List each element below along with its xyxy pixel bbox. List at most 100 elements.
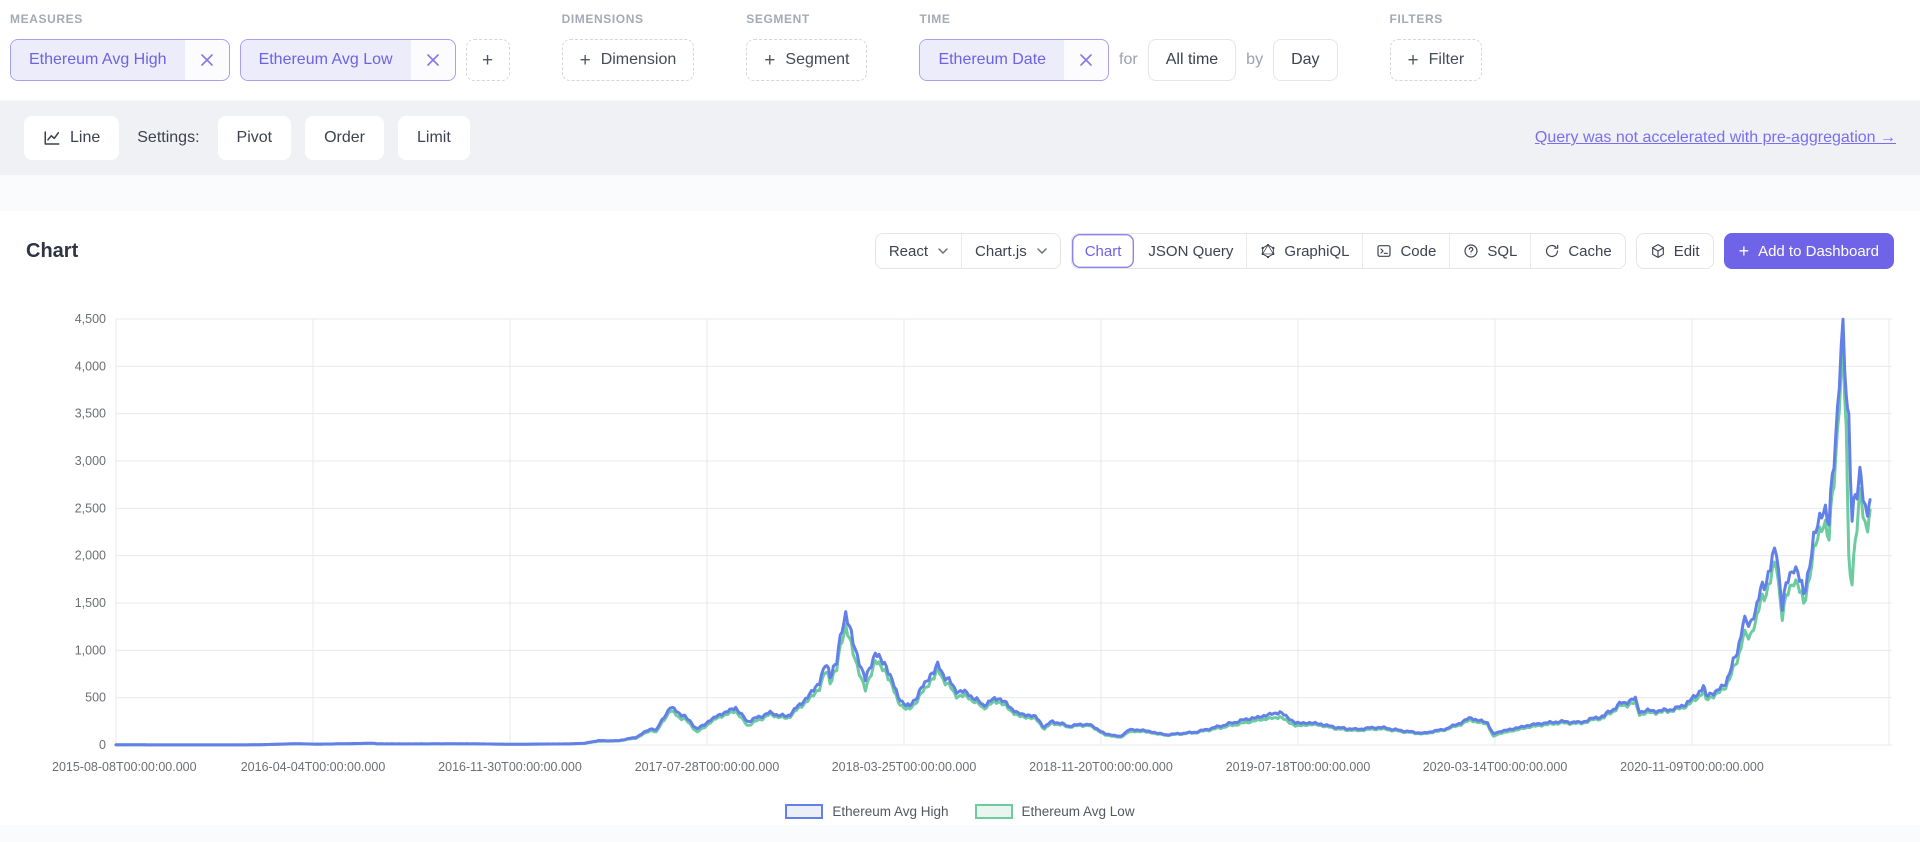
chevron-down-icon: [938, 248, 948, 254]
help-circle-icon: [1463, 243, 1479, 259]
chart-card-title: Chart: [26, 240, 78, 263]
add-filter-label: Filter: [1429, 51, 1465, 69]
add-to-dashboard-label: Add to Dashboard: [1758, 243, 1879, 260]
granularity-button[interactable]: Day: [1273, 39, 1337, 81]
legend-item-low[interactable]: Ethereum Avg Low: [975, 804, 1135, 819]
time-dimension-pill[interactable]: Ethereum Date: [919, 39, 1109, 81]
legend-item-high[interactable]: Ethereum Avg High: [785, 804, 948, 819]
plus-icon: +: [1408, 51, 1419, 70]
legend-swatch: [785, 804, 823, 819]
svg-text:4,500: 4,500: [75, 312, 106, 326]
chart-type-button[interactable]: Line: [24, 116, 119, 160]
chart-card: Chart React Chart.js Chart JSON: [0, 211, 1920, 825]
svg-text:2016-04-04T00:00:00.000: 2016-04-04T00:00:00.000: [241, 760, 386, 774]
time-label: TIME: [919, 12, 1337, 26]
add-measure-button[interactable]: +: [466, 39, 510, 81]
filters-group: FILTERS + Filter: [1390, 12, 1483, 81]
tab-sql[interactable]: SQL: [1449, 234, 1530, 268]
add-to-dashboard-button[interactable]: + Add to Dashboard: [1724, 233, 1894, 269]
preaggregation-link[interactable]: Query was not accelerated with pre-aggre…: [1535, 129, 1896, 147]
settings-label: Settings:: [137, 129, 199, 147]
tab-code[interactable]: Code: [1362, 234, 1449, 268]
tab-cache-label: Cache: [1568, 243, 1611, 260]
remove-measure-icon[interactable]: [411, 40, 455, 80]
cube-icon: [1650, 243, 1666, 259]
svg-text:2,500: 2,500: [75, 501, 106, 515]
query-builder: MEASURES Ethereum Avg High Ethereum Avg …: [0, 0, 1920, 99]
edit-button-label: Edit: [1674, 243, 1700, 260]
measure-pill[interactable]: Ethereum Avg Low: [240, 39, 456, 81]
pivot-button[interactable]: Pivot: [218, 116, 292, 160]
add-segment-label: Segment: [785, 51, 849, 69]
line-chart-icon: [43, 129, 61, 147]
tab-chart[interactable]: Chart: [1072, 234, 1135, 268]
measures-label: MEASURES: [10, 12, 510, 26]
svg-text:2020-11-09T00:00:00.000: 2020-11-09T00:00:00.000: [1620, 760, 1764, 774]
svg-text:1,500: 1,500: [75, 596, 106, 610]
svg-text:500: 500: [85, 691, 106, 705]
line-chart[interactable]: 0 500 1,000 1,500 2,000 2,500 3,000 3,500 4,000 4…: [26, 277, 1894, 797]
edit-button[interactable]: Edit: [1636, 233, 1714, 269]
date-range-button[interactable]: All time: [1148, 39, 1236, 81]
chart-toolbar: Line Settings: Pivot Order Limit Query w…: [0, 101, 1920, 175]
time-group: TIME Ethereum Date for All time by Day: [919, 12, 1337, 81]
time-pill-label: Ethereum Date: [920, 40, 1064, 80]
legend-label: Ethereum Avg High: [832, 804, 948, 819]
view-tabs-group: Chart JSON Query GraphiQL Code: [1071, 233, 1626, 269]
graphql-icon: [1260, 243, 1276, 259]
plus-icon: +: [764, 51, 775, 70]
svg-text:2019-07-18T00:00:00.000: 2019-07-18T00:00:00.000: [1226, 760, 1371, 774]
plus-icon: +: [580, 51, 591, 70]
terminal-icon: [1376, 243, 1392, 259]
plus-icon: +: [482, 51, 493, 70]
svg-text:0: 0: [99, 738, 106, 752]
remove-measure-icon[interactable]: [185, 40, 229, 80]
svg-text:4,000: 4,000: [75, 359, 106, 373]
measures-group: MEASURES Ethereum Avg High Ethereum Avg …: [10, 12, 510, 81]
svg-text:3,000: 3,000: [75, 454, 106, 468]
svg-text:2015-08-08T00:00:00.000: 2015-08-08T00:00:00.000: [52, 760, 197, 774]
framework-select[interactable]: React: [876, 234, 961, 268]
dimensions-label: DIMENSIONS: [562, 12, 695, 26]
framework-library-select-group: React Chart.js: [875, 233, 1061, 269]
svg-text:2016-11-30T00:00:00.000: 2016-11-30T00:00:00.000: [438, 760, 582, 774]
svg-text:2018-11-20T00:00:00.000: 2018-11-20T00:00:00.000: [1029, 760, 1173, 774]
svg-text:3,500: 3,500: [75, 407, 106, 421]
chart-area: 0 500 1,000 1,500 2,000 2,500 3,000 3,500 4,000 4…: [26, 277, 1894, 819]
svg-text:2018-03-25T00:00:00.000: 2018-03-25T00:00:00.000: [832, 760, 977, 774]
remove-time-icon[interactable]: [1064, 40, 1108, 80]
library-label: Chart.js: [975, 243, 1027, 260]
legend-label: Ethereum Avg Low: [1022, 804, 1135, 819]
tab-code-label: Code: [1400, 243, 1436, 260]
add-dimension-button[interactable]: + Dimension: [562, 39, 695, 81]
chevron-down-icon: [1037, 248, 1047, 254]
measure-pill-label: Ethereum Avg Low: [241, 40, 411, 80]
svg-text:2020-03-14T00:00:00.000: 2020-03-14T00:00:00.000: [1423, 760, 1568, 774]
tab-cache[interactable]: Cache: [1530, 234, 1624, 268]
tab-sql-label: SQL: [1487, 243, 1517, 260]
filters-label: FILTERS: [1390, 12, 1483, 26]
dimensions-group: DIMENSIONS + Dimension: [562, 12, 695, 81]
chart-type-label: Line: [70, 129, 100, 147]
svg-text:1,000: 1,000: [75, 643, 106, 657]
add-segment-button[interactable]: + Segment: [746, 39, 867, 81]
chart-card-header: Chart React Chart.js Chart JSON: [26, 231, 1894, 271]
plus-icon: +: [1739, 242, 1750, 260]
svg-text:2017-07-28T00:00:00.000: 2017-07-28T00:00:00.000: [635, 760, 780, 774]
for-label: for: [1119, 51, 1138, 69]
legend-swatch: [975, 804, 1013, 819]
library-select[interactable]: Chart.js: [961, 234, 1060, 268]
measure-pill[interactable]: Ethereum Avg High: [10, 39, 230, 81]
svg-text:2,000: 2,000: [75, 549, 106, 563]
tab-graphiql[interactable]: GraphiQL: [1246, 234, 1362, 268]
refresh-icon: [1544, 243, 1560, 259]
tab-json-query[interactable]: JSON Query: [1134, 234, 1246, 268]
measure-pill-label: Ethereum Avg High: [11, 40, 185, 80]
chart-legend: Ethereum Avg High Ethereum Avg Low: [26, 804, 1894, 819]
order-button[interactable]: Order: [305, 116, 384, 160]
segment-group: SEGMENT + Segment: [746, 12, 867, 81]
limit-button[interactable]: Limit: [398, 116, 470, 160]
add-filter-button[interactable]: + Filter: [1390, 39, 1483, 81]
segment-label: SEGMENT: [746, 12, 867, 26]
add-dimension-label: Dimension: [601, 51, 677, 69]
